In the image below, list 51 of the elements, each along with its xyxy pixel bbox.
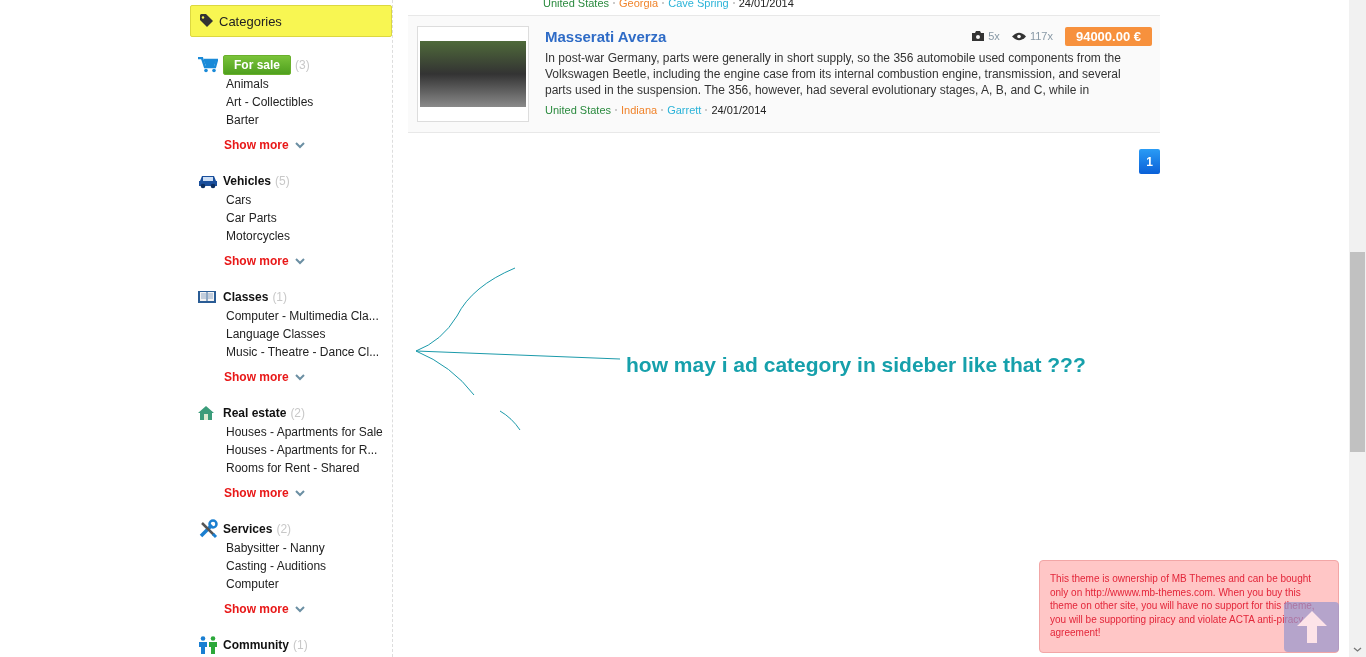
view-count: 117x	[1029, 30, 1053, 42]
country-link[interactable]: United States	[545, 104, 612, 116]
show-more-link[interactable]: Show more	[224, 602, 289, 616]
cart-icon	[198, 57, 218, 73]
car-icon	[198, 173, 218, 189]
listing-date: 24/01/2014	[711, 104, 767, 116]
subcategory-link[interactable]: Car Parts	[226, 209, 392, 227]
show-more-link[interactable]: Show more	[224, 370, 289, 384]
listing-date: 24/01/2014	[738, 0, 794, 9]
subcategory-link[interactable]: Casting - Auditions	[226, 557, 392, 575]
subcategory-link[interactable]: Cars	[226, 191, 392, 209]
chevron-down-icon	[294, 257, 305, 265]
subcategory-link[interactable]: Houses - Apartments for Sale	[226, 423, 392, 441]
camera-icon	[972, 31, 985, 41]
subcategory-link[interactable]: Music - Theatre - Dance Cl...	[226, 343, 392, 361]
page-button[interactable]: 1	[1139, 149, 1160, 174]
category-link[interactable]: Services	[223, 522, 273, 536]
subcategory-link[interactable]: Language Classes	[226, 325, 392, 343]
categories-title: Categories	[219, 13, 282, 29]
house-icon	[198, 406, 214, 420]
category-link[interactable]: Classes	[223, 290, 269, 304]
subcategory-link[interactable]: Art - Collectibles	[226, 93, 392, 111]
chevron-down-icon	[294, 141, 305, 149]
listing-description: In post-war Germany, parts were generally in short supply, so the 356 automobile used components from the Volkswagen Beetle, including the engine case from its internal combustion engine, transmission, and several parts used in the suspension. The 356, however, had several evolutionary stages, A, B, and C, while in	[545, 50, 1122, 98]
chevron-down-icon	[294, 489, 305, 497]
chevron-down-icon	[294, 605, 305, 613]
listing-title[interactable]: Masserati Averza	[545, 27, 973, 45]
tag-icon	[200, 14, 214, 28]
subcategory-link[interactable]: Houses - Apartments for R...	[226, 441, 392, 459]
people-icon	[198, 636, 218, 654]
subcategory-link[interactable]: Barter	[226, 111, 392, 129]
subcategory-link[interactable]: Computer	[226, 575, 392, 593]
show-more-link[interactable]: Show more	[224, 486, 289, 500]
category-link[interactable]: Real estate	[223, 406, 287, 420]
book-icon	[198, 290, 216, 304]
tools-icon	[198, 519, 218, 539]
country-link[interactable]: United States	[543, 0, 610, 9]
category-link[interactable]: Vehicles	[223, 174, 272, 188]
eye-icon	[1011, 31, 1026, 41]
subcategory-link[interactable]: Motorcycles	[226, 227, 392, 245]
subcategory-link[interactable]: Babysitter - Nanny	[226, 539, 392, 557]
subcategory-link[interactable]: Animals	[226, 75, 392, 93]
photo-count: 5x	[988, 30, 1000, 42]
subcategory-link[interactable]: Computer - Multimedia Cla...	[226, 307, 392, 325]
annotation-text: how may i ad category in sideber like that ???	[626, 353, 1086, 377]
category-link[interactable]: Community	[223, 638, 289, 652]
price-badge: 94000.00 €	[1064, 26, 1152, 46]
subcategory-link[interactable]: Rooms for Rent - Shared	[226, 459, 392, 477]
show-more-link[interactable]: Show more	[224, 254, 289, 268]
show-more-link[interactable]: Show more	[224, 138, 289, 152]
chevron-down-icon	[294, 373, 305, 381]
